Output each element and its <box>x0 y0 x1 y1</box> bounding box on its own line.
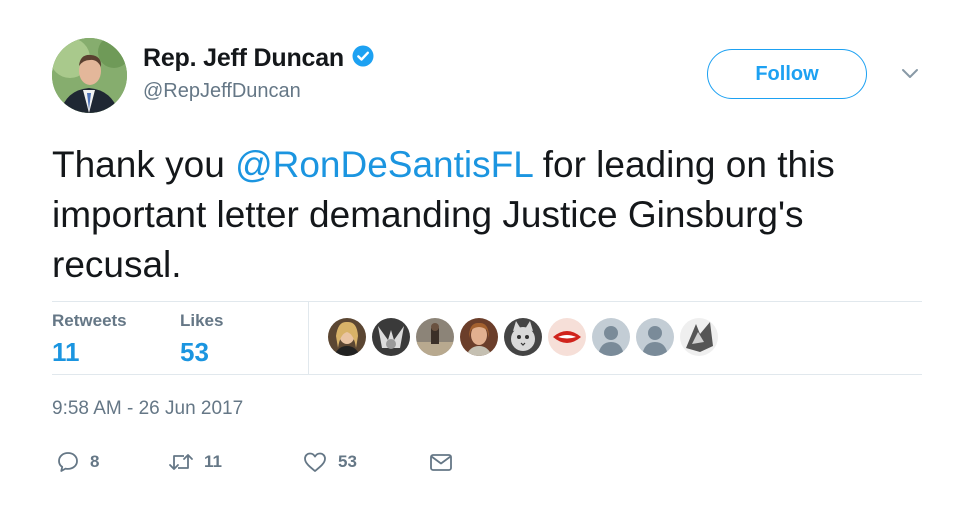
author-handle[interactable]: @RepJeffDuncan <box>143 80 301 103</box>
follow-button[interactable]: Follow <box>707 49 867 99</box>
stats-bottom-divider <box>52 374 922 375</box>
likes-stat[interactable]: Likes 53 <box>180 311 223 368</box>
stats-separator <box>308 302 309 374</box>
verified-badge-icon <box>352 45 374 72</box>
stats-top-divider <box>52 301 922 302</box>
default-avatar-icon[interactable] <box>592 318 630 356</box>
liker-avatar-5-icon[interactable] <box>504 318 542 356</box>
liker-avatar-3-icon[interactable] <box>416 318 454 356</box>
default-avatar-icon[interactable] <box>636 318 674 356</box>
likes-label: Likes <box>180 311 224 330</box>
chevron-down-icon[interactable] <box>899 66 921 82</box>
liker-avatar-2-icon[interactable] <box>372 318 410 356</box>
tweet-timestamp[interactable]: 9:58 AM - 26 Jun 2017 <box>52 398 243 420</box>
reply-count: 8 <box>90 452 100 471</box>
envelope-icon <box>430 454 452 471</box>
tweet-text-before: Thank you <box>52 144 236 185</box>
liker-avatar-9-icon[interactable] <box>680 318 718 356</box>
tweet-actions: 8 11 53 <box>56 450 454 474</box>
like-button[interactable]: 53 <box>302 450 428 474</box>
likes-count: 53 <box>180 337 209 367</box>
liker-avatars <box>328 318 718 356</box>
liker-avatar-6-icon[interactable] <box>548 318 586 356</box>
retweet-count: 11 <box>204 452 222 471</box>
retweet-button[interactable]: 11 <box>168 450 302 474</box>
author-display-name[interactable]: Rep. Jeff Duncan <box>143 44 344 73</box>
like-count: 53 <box>338 452 357 471</box>
heart-icon <box>304 452 326 472</box>
mention-link[interactable]: @RonDeSantisFL <box>235 144 532 185</box>
author-avatar[interactable] <box>52 38 127 113</box>
retweets-count: 11 <box>52 337 80 367</box>
retweets-label: Retweets <box>52 311 127 330</box>
direct-message-button[interactable] <box>428 450 454 474</box>
retweets-stat[interactable]: Retweets 11 <box>52 311 127 368</box>
reply-icon <box>58 452 78 472</box>
liker-avatar-4-icon[interactable] <box>460 318 498 356</box>
liker-avatar-1-icon[interactable] <box>328 318 366 356</box>
tweet-text: Thank you @RonDeSantisFL for leading on … <box>52 140 932 290</box>
retweet-icon <box>169 454 193 470</box>
reply-button[interactable]: 8 <box>56 450 168 474</box>
